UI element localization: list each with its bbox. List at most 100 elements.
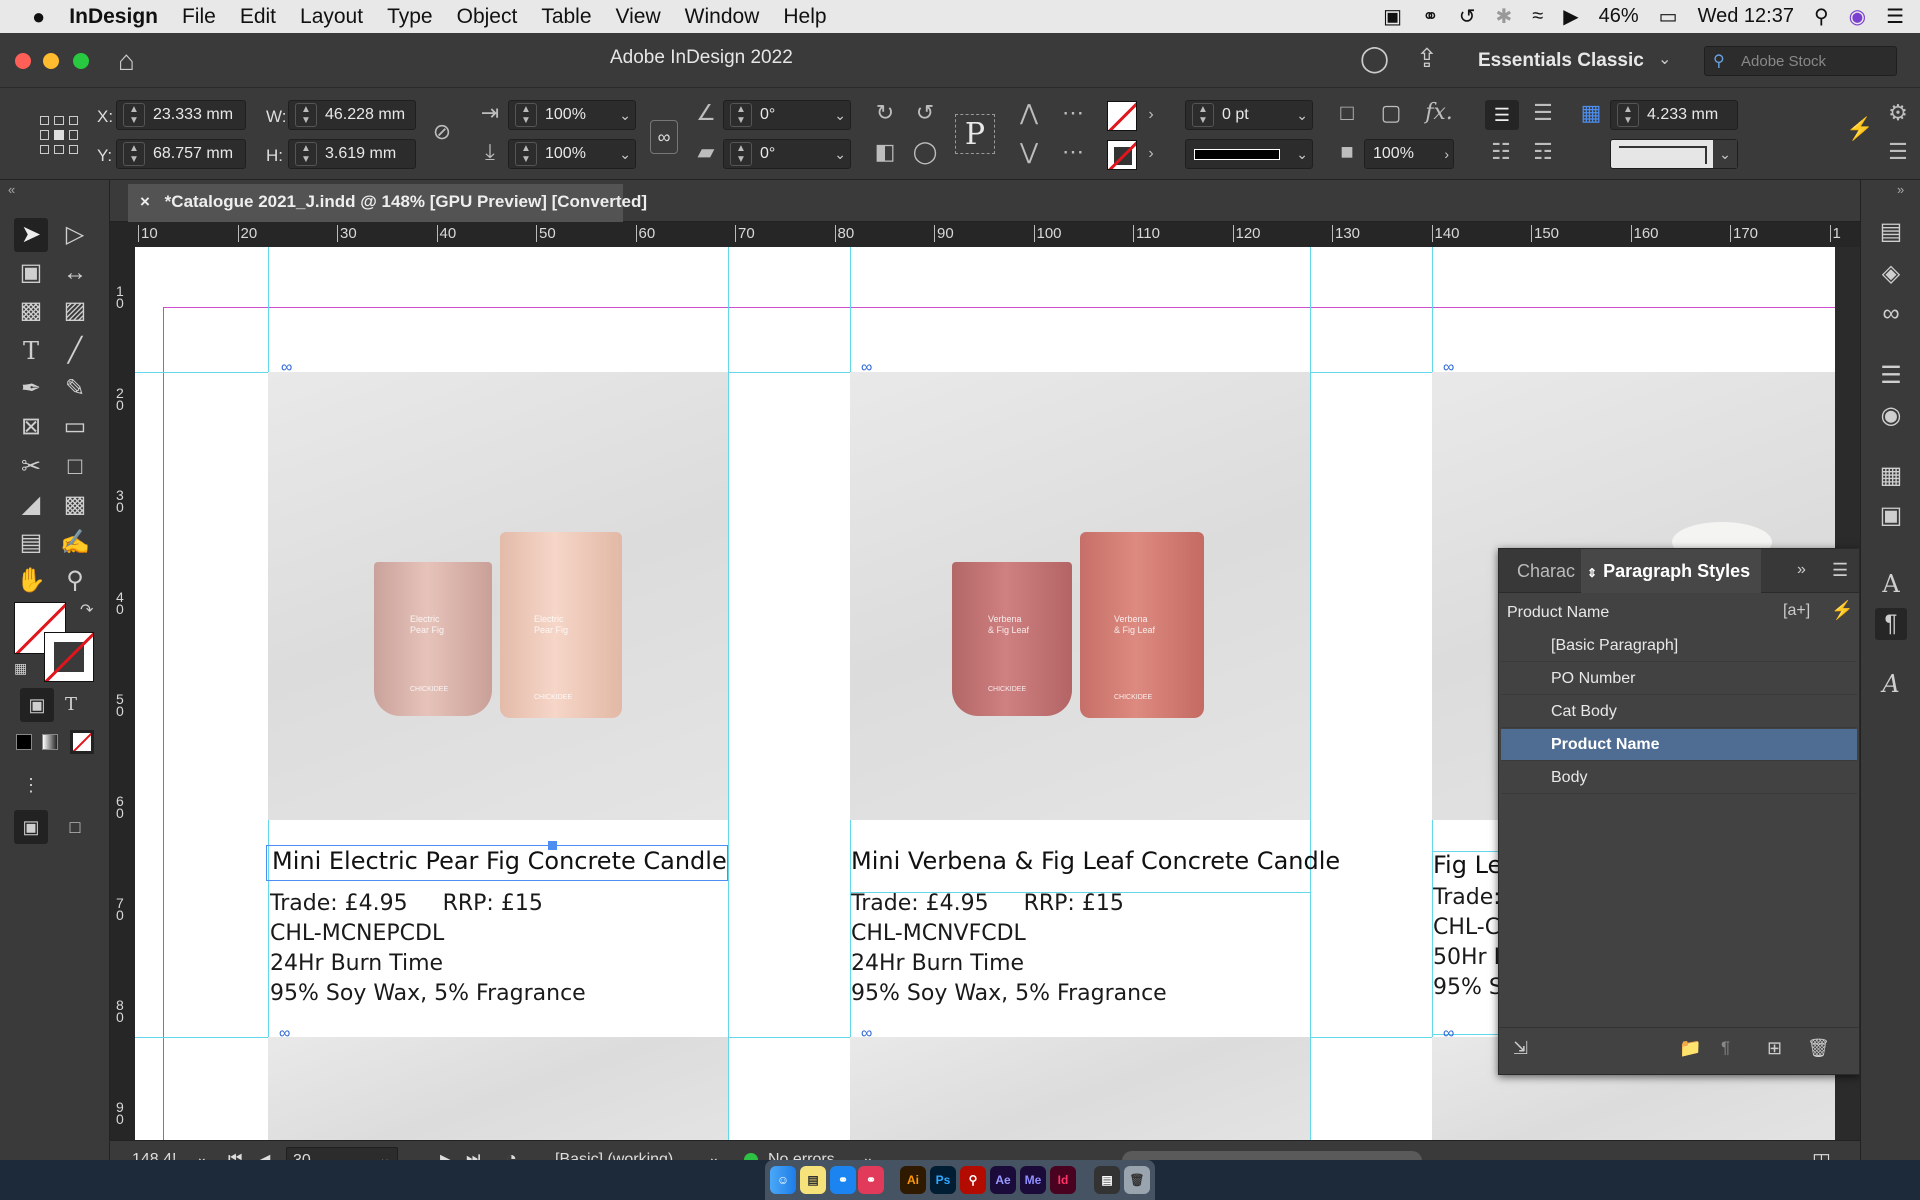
align-bottom-icon[interactable]: ☷ xyxy=(1488,141,1514,163)
acrobat-icon[interactable]: ⚲ xyxy=(960,1166,986,1194)
gap-tool[interactable]: ↔ xyxy=(58,256,92,290)
siri-icon[interactable]: ◉ xyxy=(1849,4,1866,29)
product-photo-row2-2[interactable] xyxy=(850,1037,1310,1140)
new-group-folder-icon[interactable]: 📁 xyxy=(1679,1038,1701,1059)
y-position-field[interactable]: ▲ ▼ 68.757 mm xyxy=(116,139,246,169)
link-icon[interactable]: ∞ xyxy=(861,1025,872,1043)
paragraph-p-icon[interactable]: P xyxy=(955,114,995,154)
horizontal-ruler[interactable]: 10 20 30 40 50 60 70 80 90 100 110 120 130 140 150 160 1… xyxy=(110,222,1860,247)
eyedropper-tool[interactable]: ✍ xyxy=(58,526,92,560)
x-position-field[interactable]: ▲ ▼ 23.333 mm xyxy=(116,100,246,130)
select-container-icon[interactable]: ⋀ xyxy=(1016,102,1042,124)
preview-view-icon[interactable]: □ xyxy=(58,810,92,844)
content-collector-tool[interactable]: ▩ xyxy=(14,294,48,328)
apple-icon[interactable]: ● xyxy=(20,4,57,30)
normal-view-icon[interactable]: ▣ xyxy=(14,810,48,844)
align-top-button[interactable]: ☰ xyxy=(1485,100,1519,130)
collapse-panel-icon[interactable]: » xyxy=(1797,561,1806,579)
links-panel-icon[interactable]: ∞ xyxy=(1875,298,1907,330)
scale-x-field[interactable]: ▲ ▼ 100% ⌄ xyxy=(508,100,636,130)
photoshop-icon[interactable]: Ps xyxy=(930,1166,956,1194)
time-machine-icon[interactable]: ↺ xyxy=(1459,4,1476,29)
select-next-icon[interactable]: ⋯ xyxy=(1058,141,1088,163)
pencil-tool[interactable]: ✎ xyxy=(58,372,92,406)
spotlight-icon[interactable]: ⚲ xyxy=(1814,4,1829,29)
cc-icon[interactable]: ⚭ xyxy=(858,1166,884,1194)
flip-horizontal-icon[interactable]: ◧ xyxy=(872,141,898,163)
character-styles-panel-icon[interactable]: A xyxy=(1875,568,1907,600)
collapse-tools-icon[interactable]: « xyxy=(8,182,15,197)
rotate-cw-icon[interactable]: ↻ xyxy=(872,102,898,124)
default-fill-stroke-icon[interactable]: ▦ xyxy=(14,660,27,677)
minimize-window-button[interactable] xyxy=(43,53,59,69)
stroke-type-field[interactable]: ⌄ xyxy=(1185,139,1313,169)
line-tool[interactable]: ╱ xyxy=(58,334,92,368)
product-name-1[interactable]: Mini Electric Pear Fig Concrete Candle xyxy=(272,847,727,875)
stroke-chevron-icon[interactable]: › xyxy=(1143,143,1159,165)
apply-color-icon[interactable] xyxy=(16,734,32,750)
menu-window[interactable]: Window xyxy=(673,5,772,29)
product-photo-1[interactable]: Electric Pear Fig CHICKIDEE Electric Pea… xyxy=(268,372,728,820)
creative-cloud-icon[interactable]: ⚭ xyxy=(1422,4,1439,29)
vertical-ruler[interactable]: 1 0 2 0 3 0 4 0 5 0 6 0 7 0 8 0 9 0 xyxy=(110,247,135,1140)
document-tab[interactable]: × *Catalogue 2021_J.indd @ 148% [GPU Pre… xyxy=(128,184,647,222)
menu-file[interactable]: File xyxy=(170,5,228,29)
clock[interactable]: Wed 12:37 xyxy=(1698,5,1794,28)
menu-help[interactable]: Help xyxy=(771,5,838,29)
apply-gradient-icon[interactable] xyxy=(42,734,58,750)
tab-character[interactable]: Charac xyxy=(1517,549,1575,593)
type-tool[interactable]: T xyxy=(14,334,48,368)
menu-edit[interactable]: Edit xyxy=(228,5,288,29)
wifi-icon[interactable]: ≈ xyxy=(1532,5,1543,28)
expand-panels-icon[interactable]: » xyxy=(1897,182,1904,197)
paragraph-styles-panel-icon[interactable]: ¶ xyxy=(1875,608,1907,640)
downloads-icon[interactable]: ▤ xyxy=(1094,1166,1120,1194)
selection-tool[interactable]: ➤ xyxy=(14,218,48,252)
pen-tool[interactable]: ✒ xyxy=(14,372,48,406)
apply-none-icon[interactable] xyxy=(72,732,92,752)
scissors-tool[interactable]: ✂ xyxy=(14,450,48,484)
clear-overrides-icon[interactable]: ¶ xyxy=(1721,1038,1730,1058)
page-tool[interactable]: ▣ xyxy=(14,256,48,290)
text-frame-options-icon[interactable]: □ xyxy=(1334,102,1360,124)
constrain-proportions-icon[interactable]: ⊘ xyxy=(430,121,454,143)
frame-shape-icon[interactable]: ▢ xyxy=(1378,102,1404,124)
lightning-icon[interactable]: ⚡ xyxy=(1831,600,1853,621)
menu-app[interactable]: InDesign xyxy=(57,5,170,29)
load-styles-icon[interactable]: ⇲ xyxy=(1513,1038,1528,1059)
menu-object[interactable]: Object xyxy=(445,5,530,29)
free-transform-tool[interactable]: □ xyxy=(58,450,92,484)
zoom-window-button[interactable] xyxy=(73,53,89,69)
finder-icon[interactable]: ☺ xyxy=(770,1166,796,1194)
link-icon[interactable]: ∞ xyxy=(279,1025,290,1043)
align-center-icon[interactable]: ☰ xyxy=(1530,102,1556,124)
cc-libraries-panel-icon[interactable]: ▣ xyxy=(1875,500,1907,532)
menu-type[interactable]: Type xyxy=(375,5,445,29)
swap-fill-stroke-icon[interactable]: ↷ xyxy=(80,600,93,620)
stroke-swatch[interactable] xyxy=(44,632,94,682)
stroke-panel-icon[interactable]: ☰ xyxy=(1875,360,1907,392)
fill-none-swatch[interactable] xyxy=(1107,101,1137,131)
quick-actions-icon[interactable]: ⚡ xyxy=(1846,118,1873,140)
after-effects-icon[interactable]: Ae xyxy=(990,1166,1016,1194)
bluetooth-icon[interactable]: ✱ xyxy=(1496,4,1513,29)
link-scale-button[interactable]: ∞ xyxy=(650,120,678,154)
align-justify-icon[interactable]: ☶ xyxy=(1530,141,1556,163)
effects-icon[interactable]: fx. xyxy=(1424,102,1454,124)
settings-gear-icon[interactable]: ⚙ xyxy=(1886,102,1910,124)
layers-panel-icon[interactable]: ◈ xyxy=(1875,258,1907,290)
rotate-ccw-icon[interactable]: ↺ xyxy=(912,102,938,124)
rectangle-frame-tool[interactable]: ⊠ xyxy=(14,410,48,444)
notes-icon[interactable]: ▤ xyxy=(800,1166,826,1194)
formatting-text-icon[interactable]: T xyxy=(54,688,88,722)
select-content-icon[interactable]: ⋁ xyxy=(1016,141,1042,163)
pages-panel-icon[interactable]: ▤ xyxy=(1875,216,1907,248)
direct-selection-tool[interactable]: ▷ xyxy=(58,218,92,252)
style-product-name[interactable]: Product Name xyxy=(1501,729,1857,761)
gap-field[interactable]: ▲ ▼ 4.233 mm xyxy=(1610,100,1738,130)
stroke-none-swatch[interactable] xyxy=(1107,140,1137,170)
stock-search-input[interactable]: ⚲ Adobe Stock xyxy=(1704,46,1897,76)
style-basic-paragraph[interactable]: [Basic Paragraph] xyxy=(1501,630,1857,662)
gradient-swatch-tool[interactable]: ◢ xyxy=(14,488,48,522)
chevron-down-icon[interactable]: ⌄ xyxy=(1658,49,1671,69)
